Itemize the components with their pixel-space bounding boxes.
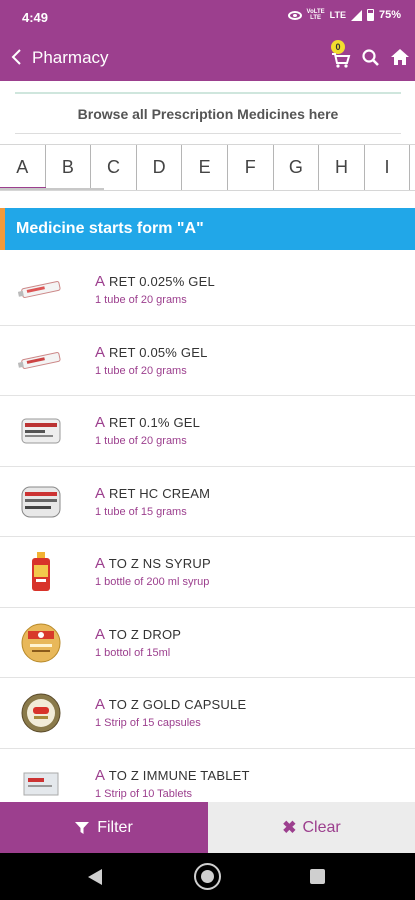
tab-letter-i[interactable]: I [365,145,411,190]
tab-letter-f[interactable]: F [228,145,274,190]
box-icon [18,481,64,523]
app-bar: Pharmacy 0 [0,34,415,81]
home-button[interactable] [389,46,411,68]
search-icon [362,49,379,66]
medicine-pack-size: 1 Strip of 15 capsules [95,717,201,729]
signal-icon [350,9,362,21]
eye-icon [287,10,302,20]
alphabet-tab-bar: A B C D E F G H I [0,144,415,191]
bottom-action-bar: Filter ✖ Clear [0,802,415,853]
clear-label: Clear [302,818,341,836]
tab-scroll-indicator [0,188,104,190]
cart-button[interactable]: 0 [327,40,355,72]
medicine-pack-size: 1 tube of 20 grams [95,294,187,306]
medicine-item[interactable]: A TO Z NS SYRUP 1 bottle of 200 ml syrup [0,537,415,608]
medicine-name: A TO Z DROP [95,625,182,643]
bottle-icon [18,551,64,593]
medicine-pack-size: 1 bottle of 200 ml syrup [95,576,210,588]
clear-button[interactable]: ✖ Clear [208,802,415,853]
medicine-pack-size: 1 tube of 20 grams [95,435,187,447]
tube-icon [18,340,64,382]
medicine-item[interactable]: A RET HC CREAM 1 tube of 15 grams [0,467,415,537]
medicine-name: A TO Z GOLD CAPSULE [95,696,247,713]
section-header: Medicine starts form "A" [0,208,415,250]
tab-letter-b[interactable]: B [46,145,92,190]
nav-home-icon[interactable] [194,863,221,890]
medicine-name: A TO Z IMMUNE TABLET [95,766,250,784]
volte-indicator: VoLTE LTE [306,9,325,21]
lte-label: LTE [329,10,346,20]
drop-pack-icon [18,622,64,664]
medicine-item[interactable]: A TO Z GOLD CAPSULE 1 Strip of 15 capsul… [0,678,415,749]
nav-back-icon[interactable] [88,869,102,885]
page-title: Pharmacy [32,48,109,67]
status-icons: VoLTE LTE LTE 75% [287,9,401,21]
browse-label: Browse all Prescription Medicines here [77,106,339,122]
medicine-name: A RET HC CREAM [95,484,211,502]
medicine-name: A RET 0.1% GEL [95,414,201,431]
medicine-pack-size: 1 Strip of 10 Tablets [95,787,193,800]
medicine-item[interactable]: A RET 0.1% GEL 1 tube of 20 grams [0,396,415,467]
battery-percent: 75% [378,9,401,21]
search-button[interactable] [361,48,381,68]
tablet-strip-icon [18,763,64,803]
tab-letter-a[interactable]: A [0,145,46,190]
filter-label: Filter [97,818,133,836]
tab-letter-g[interactable]: G [274,145,320,190]
medicine-item[interactable]: A RET 0.05% GEL 1 tube of 20 grams [0,326,415,396]
close-icon: ✖ [282,817,297,837]
chevron-left-icon [11,49,21,65]
filter-button[interactable]: Filter [0,802,208,853]
medicine-name: A TO Z NS SYRUP [95,555,211,572]
status-bar: 4:49 VoLTE LTE LTE 75% [0,0,415,34]
tab-letter-c[interactable]: C [91,145,137,190]
home-icon [391,49,409,65]
medicine-name: A RET 0.025% GEL [95,273,215,290]
medicine-list: A RET 0.025% GEL 1 tube of 20 grams A RE… [0,255,415,802]
medicine-pack-size: 1 tube of 20 grams [95,364,187,377]
medicine-pack-size: 1 bottol of 15ml [95,646,171,659]
status-time: 4:49 [22,10,49,25]
back-button[interactable] [6,44,28,70]
tube-icon [18,269,64,311]
tab-letter-e[interactable]: E [182,145,228,190]
medicine-item[interactable]: A TO Z DROP 1 bottol of 15ml [0,608,415,678]
medicine-item[interactable]: A RET 0.025% GEL 1 tube of 20 grams [0,255,415,326]
medicine-item[interactable]: A TO Z IMMUNE TABLET 1 Strip of 10 Table… [0,749,415,803]
system-navigation-bar [0,853,415,900]
medicine-pack-size: 1 tube of 15 grams [95,505,187,518]
nav-recents-icon[interactable] [310,869,325,884]
box-icon [18,410,64,452]
capsule-pack-icon [18,692,64,734]
battery-icon [366,9,374,21]
tab-letter-h[interactable]: H [319,145,365,190]
tab-letter-d[interactable]: D [137,145,183,190]
medicine-name: A RET 0.05% GEL [95,343,208,361]
cart-icon [332,53,351,68]
browse-prescription-card[interactable]: Browse all Prescription Medicines here [15,92,401,134]
filter-icon [75,821,90,834]
